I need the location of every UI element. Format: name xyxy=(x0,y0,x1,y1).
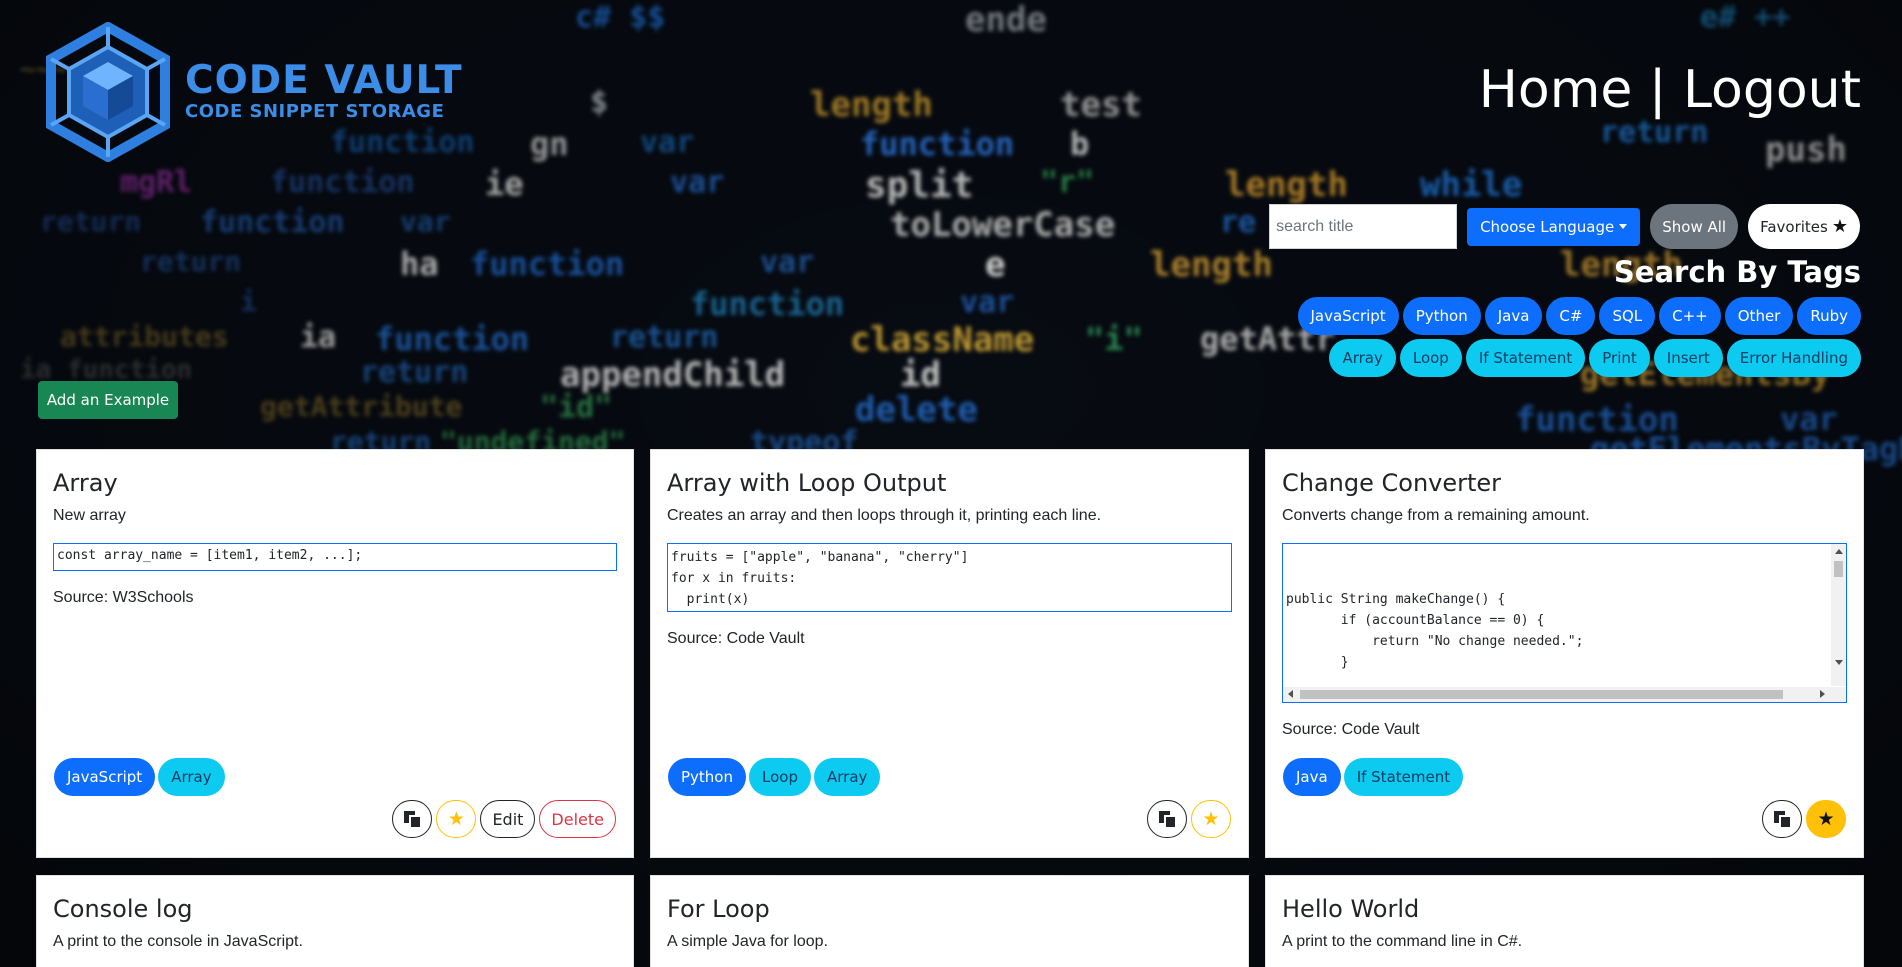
favorites-button[interactable]: Favorites ★ xyxy=(1748,204,1860,249)
filter-toolbar: Choose Language Show All Favorites ★ xyxy=(1269,204,1860,249)
copy-button[interactable] xyxy=(392,800,433,838)
code-textarea[interactable]: public String makeChange() { if (account… xyxy=(1282,543,1847,703)
logo-cube-icon xyxy=(46,22,170,162)
card-tag-list: JavaScript Array xyxy=(54,758,225,796)
horizontal-scrollbar[interactable] xyxy=(1283,687,1846,702)
language-filter-pill[interactable]: SQL xyxy=(1599,297,1656,335)
star-icon: ★ xyxy=(447,808,465,830)
tag-filter-pill[interactable]: Print xyxy=(1589,339,1650,377)
star-icon: ★ xyxy=(1817,808,1835,830)
language-filter-pill[interactable]: Python xyxy=(1402,297,1481,335)
card-source: Source: Code Vault xyxy=(667,630,805,647)
search-title-input[interactable] xyxy=(1269,204,1458,249)
snippet-card: Hello World A print to the command line … xyxy=(1265,875,1864,967)
favorite-button-active[interactable]: ★ xyxy=(1806,800,1846,838)
nav-home-link[interactable]: Home xyxy=(1479,60,1633,120)
language-filter-pill[interactable]: Other xyxy=(1724,297,1794,335)
tag-filter-pill[interactable]: If Statement xyxy=(1465,339,1586,377)
vertical-scrollbar[interactable] xyxy=(1831,544,1846,686)
top-nav: Home | Logout xyxy=(1479,60,1861,120)
card-tag[interactable]: If Statement xyxy=(1343,758,1464,796)
snippet-card: For Loop A simple Java for loop. xyxy=(650,875,1249,967)
language-filter-pill[interactable]: JavaScript xyxy=(1297,297,1399,335)
copy-icon xyxy=(1774,811,1790,827)
logo-subtitle: CODE SNIPPET STORAGE xyxy=(185,101,445,122)
card-actions: ★ xyxy=(1762,800,1846,838)
card-title: Console log xyxy=(53,895,193,923)
nav-separator: | xyxy=(1648,60,1667,120)
language-filter-pill[interactable]: C# xyxy=(1546,297,1596,335)
card-title: Hello World xyxy=(1282,895,1420,923)
card-tag-list: Python Loop Array xyxy=(668,758,881,796)
card-description: A print to the command line in C#. xyxy=(1282,933,1523,950)
card-title: Array xyxy=(53,469,118,497)
delete-button[interactable]: Delete xyxy=(539,800,616,838)
show-all-button[interactable]: Show All xyxy=(1650,204,1739,249)
card-tag-list: Java If Statement xyxy=(1283,758,1464,796)
snippet-card: Array New array const array_name = [item… xyxy=(36,449,634,858)
snippet-card: Array with Loop Output Creates an array … xyxy=(650,449,1249,858)
card-description: A simple Java for loop. xyxy=(667,933,828,950)
card-tag[interactable]: Loop xyxy=(749,758,811,796)
language-filter-pill[interactable]: Ruby xyxy=(1797,297,1861,335)
logo-title: CODE VAULT xyxy=(185,58,463,103)
code-textarea[interactable]: fruits = ["apple", "banana", "cherry"] f… xyxy=(667,543,1232,612)
language-filter-pill[interactable]: C++ xyxy=(1659,297,1721,335)
tag-filter-pill[interactable]: Error Handling xyxy=(1726,339,1861,377)
favorites-label: Favorites xyxy=(1760,217,1828,236)
add-example-button[interactable]: Add an Example xyxy=(38,381,178,419)
code-text: public String makeChange() { if (account… xyxy=(1286,592,1584,702)
tag-filter-row: Array Loop If Statement Print Insert Error Ha… xyxy=(1329,339,1861,377)
snippet-card: Change Converter Converts change from a … xyxy=(1265,449,1864,858)
card-actions: ★ Edit Delete xyxy=(392,800,616,838)
card-description: Converts change from a remaining amount. xyxy=(1282,507,1590,524)
card-actions: ★ xyxy=(1147,800,1231,838)
search-by-tags-heading: Search By Tags xyxy=(1613,255,1861,289)
tag-filter-pill[interactable]: Loop xyxy=(1399,339,1462,377)
logo[interactable]: CODE VAULT CODE SNIPPET STORAGE xyxy=(43,22,463,162)
card-tag[interactable]: Array xyxy=(158,758,225,796)
favorite-button[interactable]: ★ xyxy=(436,800,477,838)
card-title: For Loop xyxy=(667,895,770,923)
star-icon: ★ xyxy=(1202,808,1220,830)
nav-logout-link[interactable]: Logout xyxy=(1683,60,1861,120)
card-title: Change Converter xyxy=(1282,469,1502,497)
card-language-tag[interactable]: Python xyxy=(668,758,746,796)
copy-button[interactable] xyxy=(1147,800,1187,838)
card-language-tag[interactable]: JavaScript xyxy=(54,758,156,796)
star-icon: ★ xyxy=(1831,216,1848,237)
language-filter-row: JavaScript Python Java C# SQL C++ Other Ruby xyxy=(1297,297,1861,335)
card-source: Source: W3Schools xyxy=(53,589,194,606)
copy-button[interactable] xyxy=(1762,800,1802,838)
choose-language-dropdown[interactable]: Choose Language xyxy=(1467,207,1641,246)
card-tag[interactable]: Array xyxy=(813,758,881,796)
snippet-card: Console log A print to the console in Ja… xyxy=(36,875,634,967)
card-title: Array with Loop Output xyxy=(667,469,947,497)
card-description: New array xyxy=(53,507,126,524)
card-source: Source: Code Vault xyxy=(1282,721,1420,738)
tag-filter-pill[interactable]: Array xyxy=(1329,339,1396,377)
edit-button[interactable]: Edit xyxy=(480,800,536,838)
card-description: A print to the console in JavaScript. xyxy=(53,933,303,950)
card-description: Creates an array and then loops through … xyxy=(667,507,1102,524)
choose-language-label: Choose Language xyxy=(1480,217,1615,236)
copy-icon xyxy=(1159,811,1175,827)
caret-down-icon xyxy=(1619,224,1628,229)
language-filter-pill[interactable]: Java xyxy=(1484,297,1543,335)
code-textarea[interactable]: const array_name = [item1, item2, ...]; xyxy=(53,543,617,571)
copy-icon xyxy=(404,811,421,827)
tag-filter-pill[interactable]: Insert xyxy=(1653,339,1723,377)
card-language-tag[interactable]: Java xyxy=(1283,758,1341,796)
favorite-button[interactable]: ★ xyxy=(1191,800,1231,838)
